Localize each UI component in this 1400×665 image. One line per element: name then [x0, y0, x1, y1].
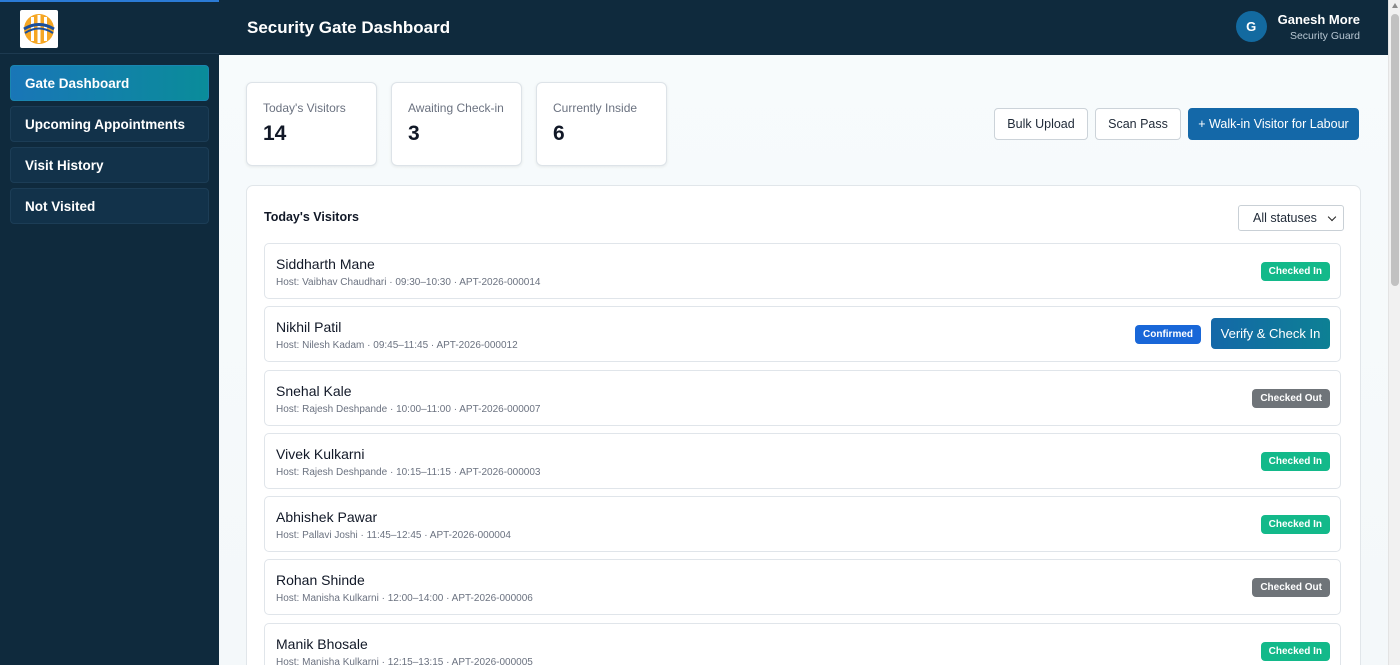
visitor-meta: Host: Manisha Kulkarni · 12:00–14:00 · A… [276, 593, 533, 605]
visitor-list: Siddharth Mane Host: Vaibhav Chaudhari ·… [264, 243, 1341, 665]
user-info: Ganesh More Security Guard [1278, 12, 1360, 42]
sidebar-item-not-visited[interactable]: Not Visited [10, 188, 209, 224]
visitor-meta: Host: Nilesh Kadam · 09:45–11:45 · APT-2… [276, 340, 518, 352]
panel-title: Today's Visitors [264, 210, 359, 224]
logo-area [0, 2, 219, 54]
user-name: Ganesh More [1277, 11, 1360, 27]
status-badge: Checked Out [1252, 388, 1330, 408]
visitor-name: Rohan Shinde [276, 572, 365, 589]
user-profile[interactable]: G Ganesh More Security Guard [1235, 11, 1360, 42]
page-title: Security Gate Dashboard [247, 17, 451, 37]
stat-label: Awaiting Check-in [408, 101, 504, 115]
visitor-meta: Host: Vaibhav Chaudhari · 09:30–10:30 · … [276, 277, 541, 288]
visitor-meta: Host: Rajesh Deshpande · 10:00–11:00 · A… [276, 403, 541, 415]
visitor-name: Abhishek Pawar [276, 509, 378, 526]
page-scrollbar[interactable] [1388, 0, 1400, 665]
visitor-name: Vivek Kulkarni [276, 445, 365, 462]
scroll-thumb[interactable] [1391, 14, 1399, 286]
stat-card-currently-inside: Currently Inside 6 [536, 82, 667, 166]
visitor-row[interactable]: Nikhil Patil Host: Nilesh Kadam · 09:45–… [264, 306, 1341, 363]
visitor-name: Siddharth Mane [276, 256, 375, 272]
visitor-row[interactable]: Vivek Kulkarni Host: Rajesh Deshpande · … [264, 432, 1341, 489]
visitor-row[interactable]: Snehal Kale Host: Rajesh Deshpande · 10:… [264, 369, 1341, 426]
visitor-row[interactable]: Siddharth Mane Host: Vaibhav Chaudhari ·… [264, 243, 1341, 299]
visitor-name: Nikhil Patil [276, 319, 342, 336]
visitor-row[interactable]: Manik Bhosale Host: Manisha Kulkarni · 1… [264, 622, 1341, 665]
scroll-up-arrow-icon[interactable] [1392, 3, 1398, 8]
visitor-name: Snehal Kale [276, 382, 352, 399]
status-badge: Confirmed [1135, 325, 1201, 345]
main-content: Today's Visitors 14 Awaiting Check-in 3 … [219, 55, 1388, 665]
visitor-row[interactable]: Rohan Shinde Host: Manisha Kulkarni · 12… [264, 559, 1341, 616]
sidebar-nav: Gate Dashboard Upcoming Appointments Vis… [0, 54, 219, 240]
status-badge: Checked In [1260, 451, 1330, 471]
user-role: Security Guard [1289, 29, 1360, 42]
stat-value: 3 [408, 122, 420, 145]
sidebar-item-label: Not Visited [25, 198, 96, 214]
top-header: Security Gate Dashboard G Ganesh More Se… [219, 0, 1388, 55]
chevron-down-icon [1327, 212, 1337, 222]
visitor-name: Manik Bhosale [276, 635, 368, 652]
stat-card-todays-visitors: Today's Visitors 14 [246, 82, 377, 166]
stat-card-awaiting-check-in: Awaiting Check-in 3 [391, 82, 522, 166]
walk-in-visitor-button[interactable]: + Walk-in Visitor for Labour [1188, 108, 1359, 140]
sidebar-item-label: Upcoming Appointments [25, 116, 185, 132]
verify-check-in-button[interactable]: Verify & Check In [1211, 318, 1330, 350]
visitor-meta: Host: Manisha Kulkarni · 12:15–13:15 · A… [276, 656, 533, 665]
sidebar-item-visit-history[interactable]: Visit History [10, 147, 209, 183]
bulk-upload-button[interactable]: Bulk Upload [994, 108, 1088, 140]
sidebar-item-label: Gate Dashboard [25, 75, 130, 91]
stat-value: 14 [263, 122, 287, 145]
visitor-meta: Host: Rajesh Deshpande · 10:15–11:15 · A… [276, 466, 541, 478]
status-badge: Checked Out [1252, 578, 1330, 598]
scan-pass-button[interactable]: Scan Pass [1095, 108, 1181, 140]
sidebar: Gate Dashboard Upcoming Appointments Vis… [0, 0, 219, 665]
status-filter-select[interactable]: All statuses [1238, 205, 1344, 231]
todays-visitors-panel: Today's Visitors All statuses Siddharth … [246, 185, 1361, 665]
company-logo[interactable] [20, 10, 58, 48]
sidebar-item-gate-dashboard[interactable]: Gate Dashboard [10, 65, 209, 101]
sidebar-item-label: Visit History [25, 157, 104, 173]
stat-value: 6 [553, 122, 565, 145]
status-badge: Checked In [1260, 515, 1330, 535]
status-badge: Checked In [1260, 641, 1330, 661]
avatar[interactable]: G [1235, 11, 1267, 42]
stat-label: Currently Inside [553, 101, 638, 115]
stat-label: Today's Visitors [263, 101, 346, 115]
visitor-row[interactable]: Abhishek Pawar Host: Pallavi Joshi · 11:… [264, 496, 1341, 553]
status-filter-value: All statuses [1253, 211, 1317, 225]
sidebar-item-upcoming-appointments[interactable]: Upcoming Appointments [10, 106, 209, 142]
visitor-meta: Host: Pallavi Joshi · 11:45–12:45 · APT-… [276, 530, 511, 542]
logo-icon [23, 14, 55, 44]
status-badge: Checked In [1260, 262, 1330, 281]
